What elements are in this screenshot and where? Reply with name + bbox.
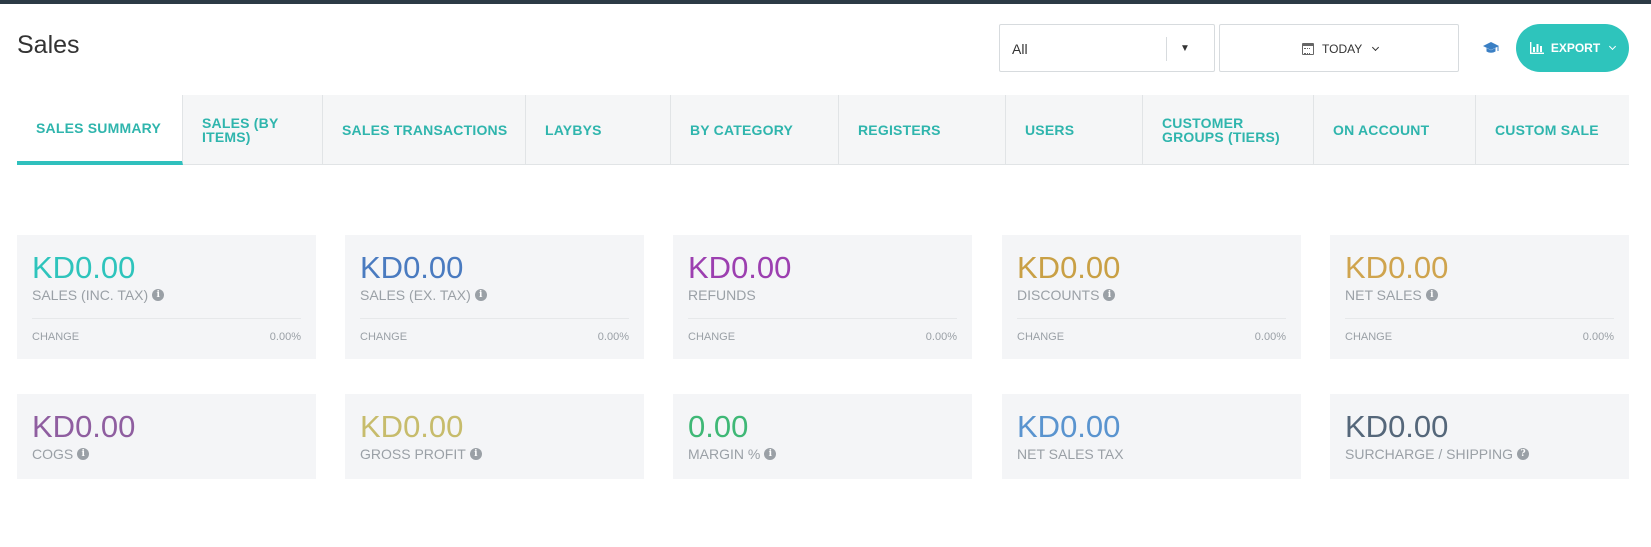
date-range-picker[interactable]: TODAY — [1219, 24, 1459, 72]
card-change-value: 0.00% — [269, 331, 301, 343]
chevron-down-icon — [1609, 42, 1617, 51]
card-label: REFUNDS — [688, 287, 756, 303]
page-title: Sales — [17, 31, 80, 59]
help-icon[interactable]: ? — [1517, 448, 1530, 460]
card-divider — [1345, 318, 1614, 319]
card-change-value: 0.00% — [1254, 331, 1286, 343]
card-change-label: CHANGE — [32, 331, 80, 343]
info-icon[interactable]: i — [1103, 289, 1116, 301]
metric-card-margin: 0.00 MARGIN % i — [673, 394, 972, 479]
card-change-label: CHANGE — [688, 331, 736, 343]
card-amount: KD0.00 — [1345, 250, 1449, 285]
card-label: SALES (EX. TAX) i — [360, 287, 487, 303]
tab-users[interactable]: USERS — [1006, 95, 1143, 164]
chevron-down-icon — [1372, 43, 1380, 52]
report-tabs: SALES SUMMARY SALES (BY ITEMS) SALES TRA… — [17, 95, 1629, 165]
card-label: GROSS PROFIT i — [360, 446, 482, 462]
card-amount: KD0.00 — [32, 409, 136, 444]
card-amount: KD0.00 — [1345, 409, 1449, 444]
card-amount: KD0.00 — [360, 250, 464, 285]
summary-card-discounts: KD0.00 DISCOUNTS i CHANGE 0.00% — [1002, 235, 1301, 359]
card-label: COGS i — [32, 446, 90, 462]
tab-custom-sale[interactable]: CUSTOM SALE — [1476, 95, 1629, 164]
tab-sales-by-items[interactable]: SALES (BY ITEMS) — [183, 95, 323, 164]
summary-card-refunds: KD0.00 REFUNDS CHANGE 0.00% — [673, 235, 972, 359]
card-label: NET SALES TAX — [1017, 446, 1124, 462]
info-icon[interactable]: i — [1425, 289, 1438, 301]
select-divider — [1166, 37, 1167, 61]
tab-on-account[interactable]: ON ACCOUNT — [1314, 95, 1476, 164]
tab-registers[interactable]: REGISTERS — [839, 95, 1006, 164]
card-amount: KD0.00 — [1017, 250, 1121, 285]
metric-card-net-sales-tax: KD0.00 NET SALES TAX — [1002, 394, 1301, 479]
summary-card-sales-inc-tax: KD0.00 SALES (INC. TAX) i CHANGE 0.00% — [17, 235, 316, 359]
info-icon[interactable]: i — [764, 448, 777, 460]
info-icon[interactable]: i — [77, 448, 90, 460]
info-icon[interactable]: i — [474, 289, 487, 301]
card-label: SALES (INC. TAX) i — [32, 287, 165, 303]
card-divider — [32, 318, 301, 319]
top-accent-bar — [0, 0, 1651, 4]
graduation-cap-icon[interactable] — [1482, 40, 1500, 56]
export-label: EXPORT — [1550, 41, 1601, 55]
metric-card-gross-profit: KD0.00 GROSS PROFIT i — [345, 394, 644, 479]
outlet-select-value: All — [1012, 41, 1028, 57]
export-button[interactable]: EXPORT — [1516, 24, 1629, 72]
card-divider — [360, 318, 629, 319]
card-change-value: 0.00% — [1582, 331, 1614, 343]
bar-chart-icon — [1529, 42, 1544, 54]
card-label: MARGIN % i — [688, 446, 777, 462]
card-label: NET SALES i — [1345, 287, 1438, 303]
card-amount: KD0.00 — [360, 409, 464, 444]
card-amount: KD0.00 — [688, 250, 792, 285]
card-change-label: CHANGE — [1345, 331, 1393, 343]
summary-card-net-sales: KD0.00 NET SALES i CHANGE 0.00% — [1330, 235, 1629, 359]
info-icon[interactable]: i — [152, 289, 165, 301]
tab-sales-transactions[interactable]: SALES TRANSACTIONS — [323, 95, 526, 164]
calendar-icon — [1302, 43, 1314, 55]
card-change-label: CHANGE — [360, 331, 408, 343]
card-amount: KD0.00 — [32, 250, 136, 285]
card-amount: 0.00 — [688, 409, 749, 444]
card-divider — [688, 318, 957, 319]
tab-by-category[interactable]: BY CATEGORY — [671, 95, 839, 164]
card-change-value: 0.00% — [597, 331, 629, 343]
card-amount: KD0.00 — [1017, 409, 1121, 444]
summary-card-sales-ex-tax: KD0.00 SALES (EX. TAX) i CHANGE 0.00% — [345, 235, 644, 359]
tab-laybys[interactable]: LAYBYS — [526, 95, 671, 164]
metric-card-surcharge-shipping: KD0.00 SURCHARGE / SHIPPING? — [1330, 394, 1629, 479]
info-icon[interactable]: i — [469, 448, 482, 460]
date-range-label: TODAY — [1322, 42, 1363, 56]
card-divider — [1017, 318, 1286, 319]
card-label: DISCOUNTS i — [1017, 287, 1116, 303]
card-change-label: CHANGE — [1017, 331, 1065, 343]
tab-customer-groups[interactable]: CUSTOMER GROUPS (TIERS) — [1143, 95, 1314, 164]
card-label: SURCHARGE / SHIPPING? — [1345, 446, 1530, 462]
tab-sales-summary[interactable]: SALES SUMMARY — [17, 95, 183, 165]
caret-down-icon[interactable]: ▼ — [1180, 43, 1190, 54]
card-change-value: 0.00% — [925, 331, 957, 343]
metric-card-cogs: KD0.00 COGS i — [17, 394, 316, 479]
outlet-select[interactable]: All ▼ — [999, 24, 1215, 72]
